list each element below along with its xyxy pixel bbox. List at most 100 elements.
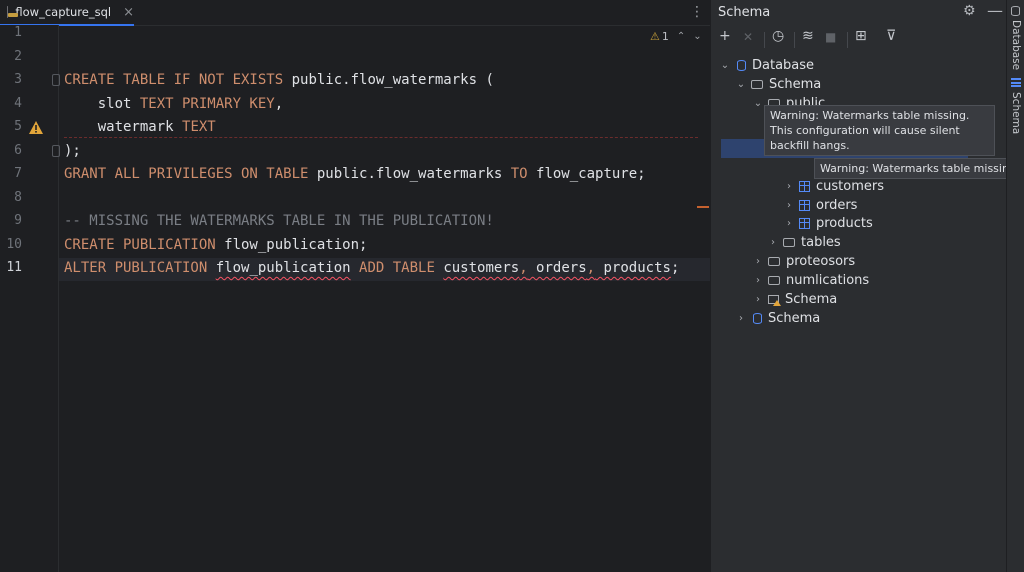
tree-node[interactable]: ⌄ Database	[719, 56, 814, 75]
tree-node-label: tables	[801, 235, 841, 250]
schema-icon[interactable]	[1011, 78, 1021, 87]
database-icon[interactable]	[1011, 6, 1020, 16]
tree-node-label: customers	[816, 178, 884, 194]
stripe-database-label[interactable]: Database	[1010, 20, 1022, 70]
code-token: TEXT PRIMARY KEY	[139, 95, 275, 112]
chevron-down-icon[interactable]: ⌄	[752, 98, 764, 109]
settings-gear-icon[interactable]: ⚙	[963, 3, 976, 19]
table-icon	[799, 180, 810, 192]
code-token: CREATE TABLE IF NOT EXISTS	[64, 72, 284, 88]
line-number: 7	[14, 166, 22, 181]
history-icon[interactable]: ◷	[772, 28, 784, 44]
code-token: ;	[670, 260, 680, 276]
code-token: orders	[527, 260, 587, 276]
tree-node-label: Schema	[768, 310, 821, 326]
stop-icon[interactable]: ■	[825, 30, 836, 44]
tab-flow-capture-sql[interactable]: flow_capture_sql ×	[0, 0, 134, 26]
code-line-6: );	[64, 140, 81, 162]
panel-title: Schema	[718, 5, 771, 20]
folder-icon	[751, 80, 763, 89]
chevron-right-icon[interactable]: ›	[783, 218, 795, 229]
code-area[interactable]: CREATE TABLE IF NOT EXISTS public.flow_w…	[64, 25, 704, 572]
chevron-down-icon[interactable]: ⌄	[735, 79, 747, 90]
tree-node[interactable]: › products	[783, 214, 873, 233]
chevron-right-icon[interactable]: ›	[783, 181, 795, 192]
publication-icon	[768, 294, 781, 306]
chevron-right-icon[interactable]: ›	[752, 275, 764, 286]
tree-node[interactable]: › orders	[783, 196, 857, 215]
toolbar-divider	[764, 32, 765, 48]
toolbar-divider	[847, 32, 848, 48]
line-number-current: 11	[6, 260, 22, 275]
code-line-10: CREATE PUBLICATION flow_publication;	[64, 234, 367, 256]
table-layout-icon[interactable]: ⊞	[855, 28, 867, 44]
code-line-4: slot TEXT PRIMARY KEY,	[64, 93, 283, 115]
chevron-right-icon[interactable]: ›	[752, 294, 764, 305]
tree-node-label: numlications	[786, 273, 870, 288]
line-number: 10	[6, 236, 22, 252]
chevron-down-icon[interactable]: ⌄	[719, 60, 731, 71]
scrollbar-warning-marker[interactable]	[697, 206, 709, 208]
code-token: public.flow_watermarks	[308, 166, 511, 182]
warning-tooltip-short: Warning: Watermarks table missing.	[814, 158, 1024, 179]
table-icon	[799, 199, 810, 211]
tree-node-label: Schema	[785, 291, 838, 307]
code-line-3: CREATE TABLE IF NOT EXISTS public.flow_w…	[64, 69, 494, 91]
code-token: ALTER PUBLICATION	[64, 260, 208, 276]
code-token: public.flow_watermarks (	[283, 72, 494, 88]
tree-node[interactable]: › numlications	[752, 271, 869, 290]
minimize-icon[interactable]: —	[987, 1, 1003, 20]
tree-node[interactable]: › Schema	[735, 309, 820, 328]
chevron-right-icon[interactable]: ›	[783, 200, 795, 211]
code-token: customers	[443, 260, 520, 276]
line-number-gutter: 1 2 3 4 5 6 7 8 9 10 11	[0, 25, 60, 572]
code-line-7: GRANT ALL PRIVILEGES ON TABLE public.flo…	[64, 163, 646, 185]
code-token: GRANT ALL PRIVILEGES ON TABLE	[64, 166, 309, 182]
folder-icon	[783, 238, 795, 247]
line-number: 8	[14, 189, 22, 205]
database-stack-icon[interactable]: ≋	[802, 28, 814, 44]
add-icon[interactable]: +	[719, 28, 731, 44]
code-token: ,	[519, 260, 528, 276]
chevron-right-icon[interactable]: ›	[735, 313, 747, 324]
tab-label: flow_capture_sql	[15, 5, 112, 19]
inspection-widget[interactable]: ⚠ 1 ⌃ ⌄	[650, 30, 710, 43]
line-number: 4	[14, 95, 22, 111]
tree-node[interactable]: › tables	[767, 233, 841, 252]
tree-node[interactable]: › proteosors	[752, 252, 855, 271]
sql-editor[interactable]: flow_capture_sql × ⋮ 1 2 3 4 5 6 7 8 9 1…	[0, 0, 710, 572]
code-token: TO	[510, 166, 528, 182]
tree-node[interactable]: ⌄ Schema	[735, 75, 821, 94]
line-number: 3	[14, 72, 22, 87]
chevron-right-icon[interactable]: ›	[767, 237, 779, 248]
filter-icon[interactable]: ⊽	[886, 28, 896, 44]
code-line-9: -- MISSING THE WATERMARKS TABLE IN THE P…	[64, 210, 494, 232]
code-line-5: watermark TEXT	[64, 116, 216, 138]
previous-problem-icon[interactable]: ⌃	[677, 31, 685, 42]
remove-icon[interactable]: ✕	[743, 30, 753, 44]
chevron-right-icon[interactable]: ›	[752, 256, 764, 267]
next-problem-icon[interactable]: ⌄	[693, 31, 701, 42]
code-token: );	[64, 142, 81, 159]
tree-node[interactable]: › customers	[783, 177, 884, 196]
warning-icon[interactable]	[28, 120, 44, 135]
fold-end-icon[interactable]	[52, 145, 60, 157]
stripe-schema-label[interactable]: Schema	[1010, 92, 1022, 134]
warning-count-icon: ⚠	[650, 30, 660, 43]
tab-more-options-icon[interactable]: ⋮	[690, 4, 704, 20]
database-icon	[737, 60, 746, 71]
fold-start-icon[interactable]	[52, 74, 60, 86]
sql-file-icon	[7, 6, 23, 18]
code-token: products	[595, 260, 671, 276]
code-token: flow_publication;	[215, 236, 368, 253]
statement-separator	[64, 137, 698, 138]
code-token: ,	[586, 260, 596, 276]
folder-icon	[768, 257, 780, 266]
code-token: CREATE PUBLICATION	[64, 236, 216, 253]
close-tab-icon[interactable]: ×	[123, 5, 134, 20]
line-number: 5	[14, 119, 22, 134]
toolbar-divider	[794, 32, 795, 48]
tree-node[interactable]: › Schema	[752, 290, 837, 309]
